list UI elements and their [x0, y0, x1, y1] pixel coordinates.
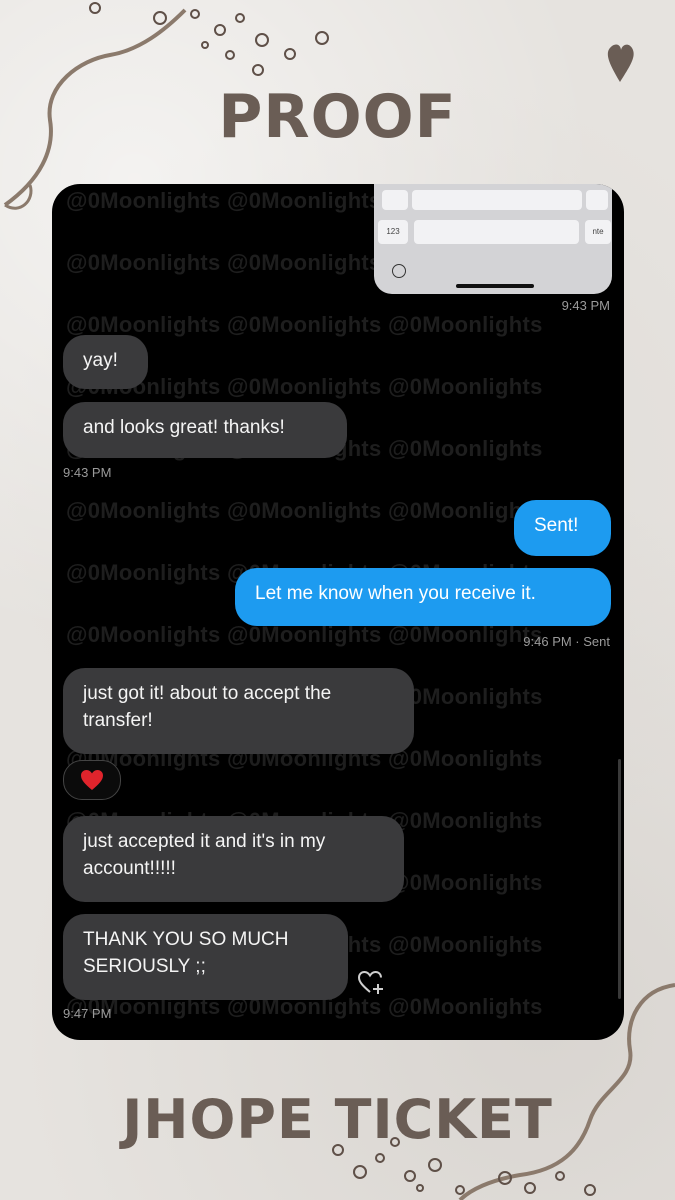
- message-bubble-outgoing[interactable]: Sent!: [514, 500, 611, 556]
- reaction-badge[interactable]: [63, 760, 121, 800]
- home-indicator: [456, 284, 534, 288]
- keyboard-fragment: 123 nte: [374, 184, 612, 294]
- red-heart-icon: [81, 770, 103, 790]
- globe-icon[interactable]: [392, 264, 406, 278]
- timestamp: 9:46 PM · Sent: [523, 634, 610, 649]
- keyboard-key[interactable]: [382, 190, 408, 210]
- keyboard-key-123[interactable]: 123: [378, 220, 408, 244]
- scrollbar[interactable]: [618, 759, 621, 999]
- chat-screenshot: @0Moonlights @0Moonlights @0Moonlights @…: [52, 184, 624, 1040]
- message-bubble-incoming[interactable]: THANK YOU SO MUCH SERIOUSLY ;;: [63, 914, 348, 1000]
- watermark-text: @0Moonlights @0Moonlights @0Moonlights: [66, 312, 543, 337]
- footer-title: JHOPE TICKET: [122, 1088, 553, 1151]
- message-bubble-incoming[interactable]: just accepted it and it's in my account!…: [63, 816, 404, 902]
- page-title: PROOF: [218, 82, 457, 152]
- watermark-text: @0Moonlights @0Moonlights @0Moonlights: [66, 498, 543, 523]
- message-bubble-incoming[interactable]: just got it! about to accept the transfe…: [63, 668, 414, 754]
- timestamp: 9:43 PM: [63, 465, 112, 480]
- space-key[interactable]: [414, 220, 579, 244]
- message-bubble-outgoing[interactable]: Let me know when you receive it.: [235, 568, 611, 626]
- timestamp: 9:43 PM: [561, 298, 610, 313]
- keyboard-key-return[interactable]: nte: [585, 220, 611, 244]
- keyboard-key[interactable]: [586, 190, 608, 210]
- timestamp: 9:47 PM: [63, 1006, 112, 1021]
- message-bubble-incoming[interactable]: and looks great! thanks!: [63, 402, 347, 458]
- add-reaction-icon[interactable]: [357, 969, 387, 995]
- heart-doodle-icon: [607, 44, 634, 82]
- keyboard-key[interactable]: [412, 190, 582, 210]
- message-bubble-incoming[interactable]: yay!: [63, 335, 148, 389]
